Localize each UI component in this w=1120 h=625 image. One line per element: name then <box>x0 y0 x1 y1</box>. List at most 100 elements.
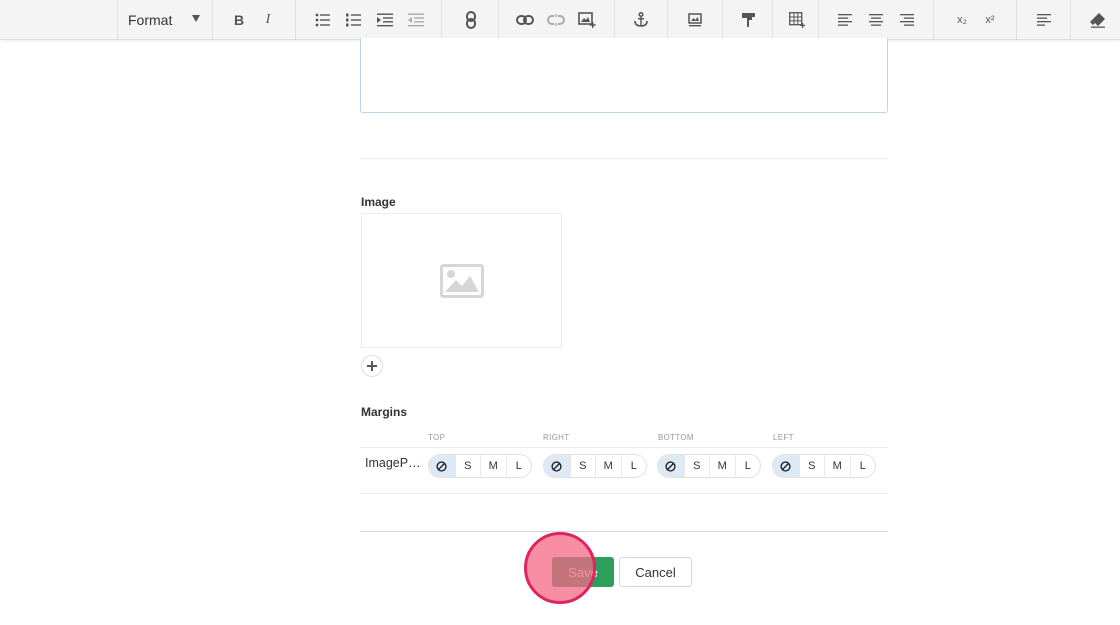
text-lines-icon <box>1037 14 1051 26</box>
numbered-list-button[interactable] <box>342 8 366 32</box>
margin-top-l-option[interactable]: L <box>505 455 532 477</box>
outdent-icon <box>408 13 424 27</box>
margin-column-bottom: BOTTOM <box>658 433 694 442</box>
margin-bottom-selector: S M L <box>657 454 761 478</box>
image-add-icon <box>578 12 596 28</box>
margins-section-label: Margins <box>361 405 408 419</box>
superscript-icon: x² <box>985 14 995 26</box>
unlink-button[interactable] <box>544 8 568 32</box>
align-left-button[interactable] <box>833 8 857 32</box>
margin-right-m-option[interactable]: M <box>595 455 621 477</box>
rich-text-editor-area[interactable] <box>360 38 888 113</box>
form-footer-divider <box>360 531 888 532</box>
editor-toolbar: Format B I x₂ x² <box>0 0 1120 40</box>
prohibited-icon <box>780 460 791 472</box>
chevron-down-icon <box>192 15 200 22</box>
margin-top-s-option[interactable]: S <box>454 455 481 477</box>
margin-right-selector: S M L <box>543 454 647 478</box>
anchor-icon <box>634 12 648 27</box>
margin-bottom-s-option[interactable]: S <box>683 455 710 477</box>
remove-format-button[interactable] <box>737 8 761 32</box>
format-dropdown[interactable]: Format <box>118 0 210 40</box>
toolbar-separator <box>722 0 723 40</box>
margin-right-l-option[interactable]: L <box>620 455 647 477</box>
align-center-button[interactable] <box>864 8 888 32</box>
format-dropdown-label: Format <box>128 12 173 28</box>
link-button[interactable] <box>513 8 537 32</box>
chain-vertical-icon <box>466 11 476 29</box>
save-button[interactable]: Save <box>552 557 614 587</box>
margin-left-s-option[interactable]: S <box>798 455 825 477</box>
margin-right-s-option[interactable]: S <box>569 455 596 477</box>
margin-bottom-l-option[interactable]: L <box>734 455 761 477</box>
indent-icon <box>377 13 393 27</box>
bold-icon: B <box>233 12 245 28</box>
toolbar-separator <box>933 0 934 40</box>
prohibited-icon <box>436 460 447 472</box>
section-divider <box>360 158 888 159</box>
prohibited-icon <box>665 460 676 472</box>
paint-brush-icon <box>742 13 755 27</box>
margin-column-left: LEFT <box>773 433 794 442</box>
unlink-icon <box>547 14 565 26</box>
subscript-button[interactable]: x₂ <box>950 8 974 32</box>
align-center-icon <box>869 14 883 26</box>
margin-top-selector: S M L <box>428 454 532 478</box>
anchor-button[interactable] <box>629 8 653 32</box>
numbered-list-icon <box>346 13 361 27</box>
toolbar-separator <box>1070 0 1071 40</box>
clear-formatting-button[interactable] <box>1086 8 1110 32</box>
superscript-button[interactable]: x² <box>978 8 1002 32</box>
margin-row-title: ImageP… <box>365 456 421 470</box>
toolbar-separator <box>498 0 499 40</box>
bulleted-list-icon <box>315 13 330 27</box>
toolbar-separator <box>614 0 615 40</box>
margin-bottom-none-option[interactable] <box>658 455 684 477</box>
margin-left-m-option[interactable]: M <box>824 455 850 477</box>
paragraph-format-button[interactable] <box>1032 8 1056 32</box>
toolbar-separator <box>667 0 668 40</box>
insert-link-anchor-button[interactable] <box>459 8 483 32</box>
italic-icon: I <box>265 12 271 27</box>
table-row-divider <box>360 447 888 448</box>
toolbar-separator <box>818 0 819 40</box>
bold-button[interactable]: B <box>227 8 251 32</box>
toolbar-separator <box>1016 0 1017 40</box>
prohibited-icon <box>551 460 562 472</box>
image-section-label: Image <box>361 195 396 209</box>
toolbar-separator <box>441 0 442 40</box>
italic-button[interactable]: I <box>256 8 280 32</box>
eraser-icon <box>1090 13 1105 28</box>
indent-button[interactable] <box>373 8 397 32</box>
toolbar-separator <box>212 0 213 40</box>
margin-left-selector: S M L <box>772 454 876 478</box>
plus-icon <box>367 361 377 371</box>
image-placeholder-icon <box>439 263 484 298</box>
subscript-icon: x₂ <box>957 14 967 26</box>
add-image-button[interactable] <box>361 355 383 377</box>
margin-column-top: TOP <box>428 433 446 442</box>
align-right-icon <box>900 14 914 26</box>
toolbar-separator <box>295 0 296 40</box>
margin-top-none-option[interactable] <box>429 455 455 477</box>
cancel-button[interactable]: Cancel <box>619 557 692 587</box>
insert-image-button[interactable] <box>575 8 599 32</box>
toolbar-separator <box>772 0 773 40</box>
margin-bottom-m-option[interactable]: M <box>709 455 735 477</box>
link-icon <box>516 15 534 25</box>
image-upload-area[interactable] <box>361 213 562 348</box>
align-left-icon <box>838 14 852 26</box>
margin-left-l-option[interactable]: L <box>849 455 876 477</box>
margin-left-none-option[interactable] <box>773 455 799 477</box>
margin-right-none-option[interactable] <box>544 455 570 477</box>
insert-table-button[interactable] <box>785 8 809 32</box>
image-icon <box>688 13 702 27</box>
align-right-button[interactable] <box>895 8 919 32</box>
margin-column-right: RIGHT <box>543 433 570 442</box>
bulleted-list-button[interactable] <box>311 8 335 32</box>
table-row-divider <box>360 493 888 494</box>
table-add-icon <box>789 12 805 28</box>
outdent-button[interactable] <box>404 8 428 32</box>
margin-top-m-option[interactable]: M <box>480 455 506 477</box>
media-embed-button[interactable] <box>683 8 707 32</box>
